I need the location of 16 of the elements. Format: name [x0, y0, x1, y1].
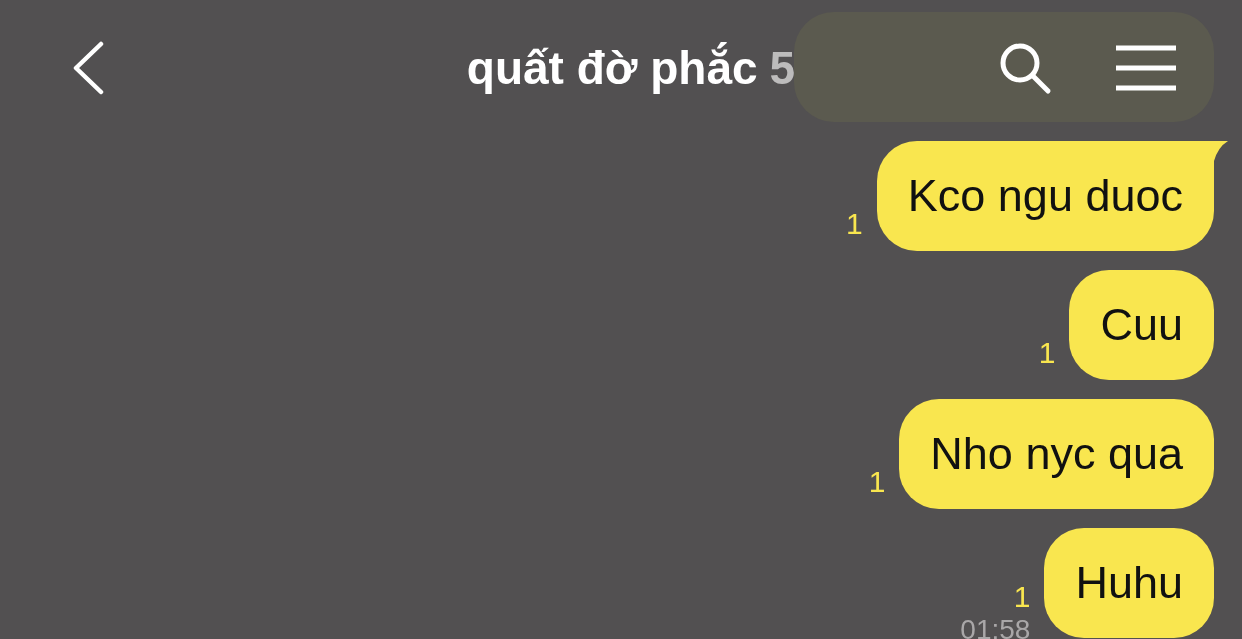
unread-count: 1 [1013, 580, 1031, 614]
message-bubble: Cuu [1069, 270, 1214, 380]
bubble-tail [1214, 141, 1228, 161]
message-time: 01:58 [960, 614, 1031, 639]
menu-icon [1116, 45, 1176, 91]
search-icon [998, 41, 1052, 95]
search-button[interactable] [998, 41, 1052, 95]
menu-button[interactable] [1116, 45, 1176, 91]
unread-count: 1 [868, 465, 886, 499]
message-bubble: Huhu [1044, 528, 1214, 638]
chat-title: quất đờ phắc [466, 41, 758, 95]
back-icon [72, 41, 104, 95]
unread-count: 1 [1038, 336, 1056, 370]
unread-count: 1 [846, 207, 863, 241]
member-count: 5 [769, 41, 796, 95]
message-bubble: Nho nyc qua [899, 399, 1214, 509]
